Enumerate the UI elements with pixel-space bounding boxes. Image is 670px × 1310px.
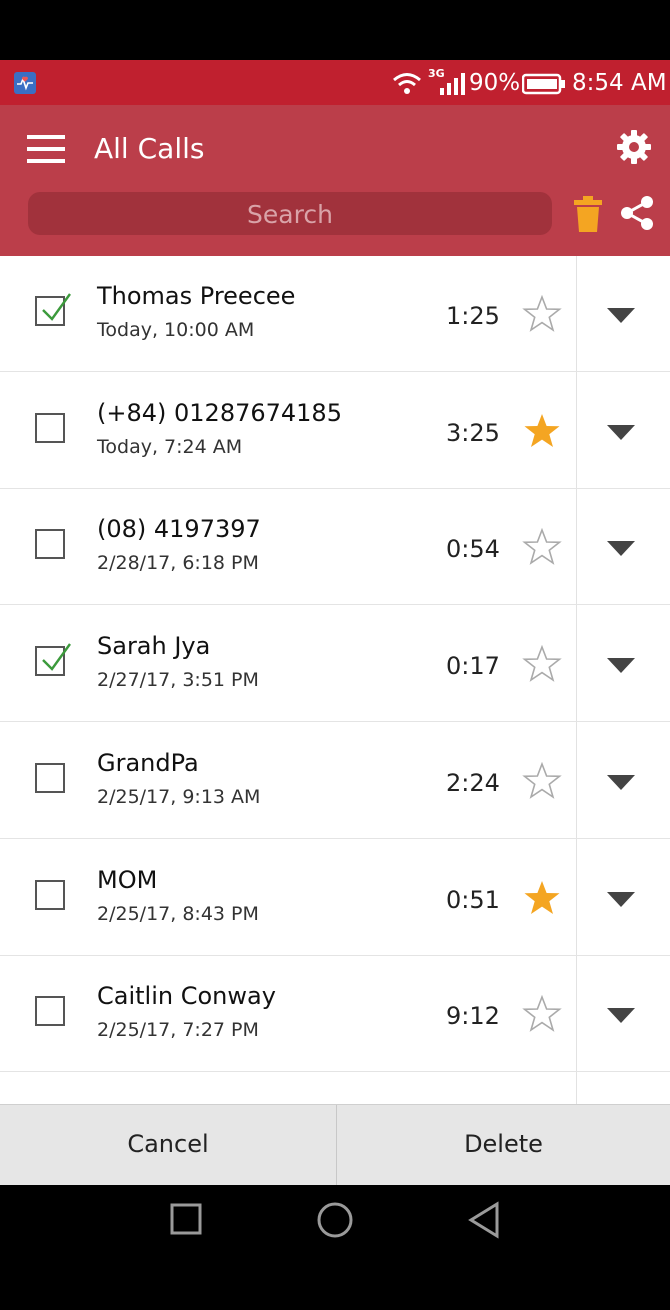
call-time: 2/25/17, 7:27 PM — [97, 1019, 259, 1042]
chevron-down-icon[interactable] — [606, 423, 636, 443]
signal-icon — [440, 73, 465, 95]
checkbox-icon[interactable] — [35, 529, 65, 560]
call-time: 2/28/17, 6:18 PM — [97, 552, 259, 575]
star-icon[interactable] — [522, 995, 562, 1033]
chevron-down-icon[interactable] — [606, 890, 636, 910]
recents-icon[interactable] — [170, 1203, 202, 1235]
delete-button[interactable]: Delete — [337, 1105, 670, 1185]
action-bar: Cancel Delete — [0, 1104, 670, 1185]
share-icon[interactable] — [620, 195, 654, 231]
call-row[interactable]: Caitlin Conway 2/25/17, 7:27 PM 9:12 — [0, 956, 670, 1073]
checkbox-icon[interactable] — [35, 762, 65, 793]
call-duration: 1:25 — [446, 302, 500, 330]
clock: 8:54 AM — [572, 70, 667, 96]
search-input[interactable]: Search — [28, 192, 552, 235]
call-list: Thomas Preecee Today, 10:00 AM 1:25 (+84) 0… — [0, 256, 670, 1104]
call-duration: 0:17 — [446, 652, 500, 681]
checkbox-icon[interactable] — [35, 293, 71, 326]
call-row[interactable]: Thomas Preecee Today, 10:00 AM 1:25 — [0, 256, 670, 372]
system-nav-bar — [0, 1185, 670, 1251]
call-row[interactable]: GrandPa 2/25/17, 9:13 AM 2:24 — [0, 723, 670, 839]
star-icon[interactable] — [522, 645, 562, 683]
contact-name: MOM — [97, 865, 158, 894]
contact-name: GrandPa — [97, 748, 199, 777]
battery-icon — [522, 73, 565, 95]
bottom-bezel — [0, 1251, 670, 1310]
contact-name: Sarah Jya — [97, 632, 211, 661]
app-bar: All Calls Search — [0, 105, 670, 256]
chevron-down-icon[interactable] — [606, 306, 636, 326]
contact-name: Caitlin Conway — [97, 982, 276, 1011]
contact-name: (+84) 01287674185 — [97, 398, 342, 427]
call-row[interactable]: (+84) 01287674185 Today, 7:24 AM 3:25 — [0, 373, 670, 489]
checkbox-icon[interactable] — [35, 879, 65, 910]
back-icon[interactable] — [467, 1201, 501, 1239]
menu-icon[interactable] — [27, 134, 65, 164]
page-title: All Calls — [94, 132, 205, 165]
call-time: Today, 7:24 AM — [97, 435, 243, 458]
heart-monitor-icon — [14, 72, 36, 94]
star-icon[interactable] — [522, 879, 562, 917]
star-icon[interactable] — [522, 761, 562, 800]
wifi-icon — [393, 73, 421, 94]
status-bar: 3G 90% 8:54 AM — [0, 60, 670, 105]
cancel-button[interactable]: Cancel — [0, 1105, 336, 1185]
chevron-down-icon[interactable] — [606, 539, 636, 559]
contact-name: Thomas Preecee — [97, 282, 296, 310]
call-duration: 2:24 — [446, 768, 500, 797]
trash-icon[interactable] — [574, 196, 602, 232]
call-time: Today, 10:00 AM — [97, 319, 255, 341]
top-bezel — [0, 0, 670, 60]
star-icon[interactable] — [522, 528, 562, 566]
star-icon[interactable] — [522, 295, 562, 333]
search-placeholder: Search — [247, 200, 333, 229]
battery-percent: 90% — [469, 70, 521, 96]
gear-icon[interactable] — [617, 130, 651, 164]
cancel-label: Cancel — [127, 1130, 209, 1158]
call-duration: 9:12 — [446, 1002, 500, 1031]
call-row[interactable]: (08) 4197397 2/28/17, 6:18 PM 0:54 — [0, 489, 670, 606]
chevron-down-icon[interactable] — [606, 656, 636, 676]
checkbox-icon[interactable] — [35, 412, 65, 443]
star-icon[interactable] — [522, 412, 562, 450]
call-row[interactable]: Sarah Jya 2/27/17, 3:51 PM 0:17 — [0, 606, 670, 723]
call-time: 2/25/17, 9:13 AM — [97, 785, 261, 808]
home-icon[interactable] — [316, 1201, 354, 1239]
call-duration: 0:54 — [446, 535, 500, 564]
call-time: 2/25/17, 8:43 PM — [97, 902, 259, 925]
call-duration: 3:25 — [446, 418, 500, 447]
contact-name: (08) 4197397 — [97, 515, 261, 544]
checkbox-icon[interactable] — [35, 643, 71, 677]
checkbox-icon[interactable] — [35, 996, 65, 1027]
chevron-down-icon[interactable] — [606, 1006, 636, 1026]
call-row[interactable]: MOM 2/25/17, 8:43 PM 0:51 — [0, 840, 670, 956]
call-time: 2/27/17, 3:51 PM — [97, 669, 259, 692]
call-duration: 0:51 — [446, 885, 500, 914]
delete-label: Delete — [464, 1130, 543, 1158]
chevron-down-icon[interactable] — [606, 773, 636, 793]
